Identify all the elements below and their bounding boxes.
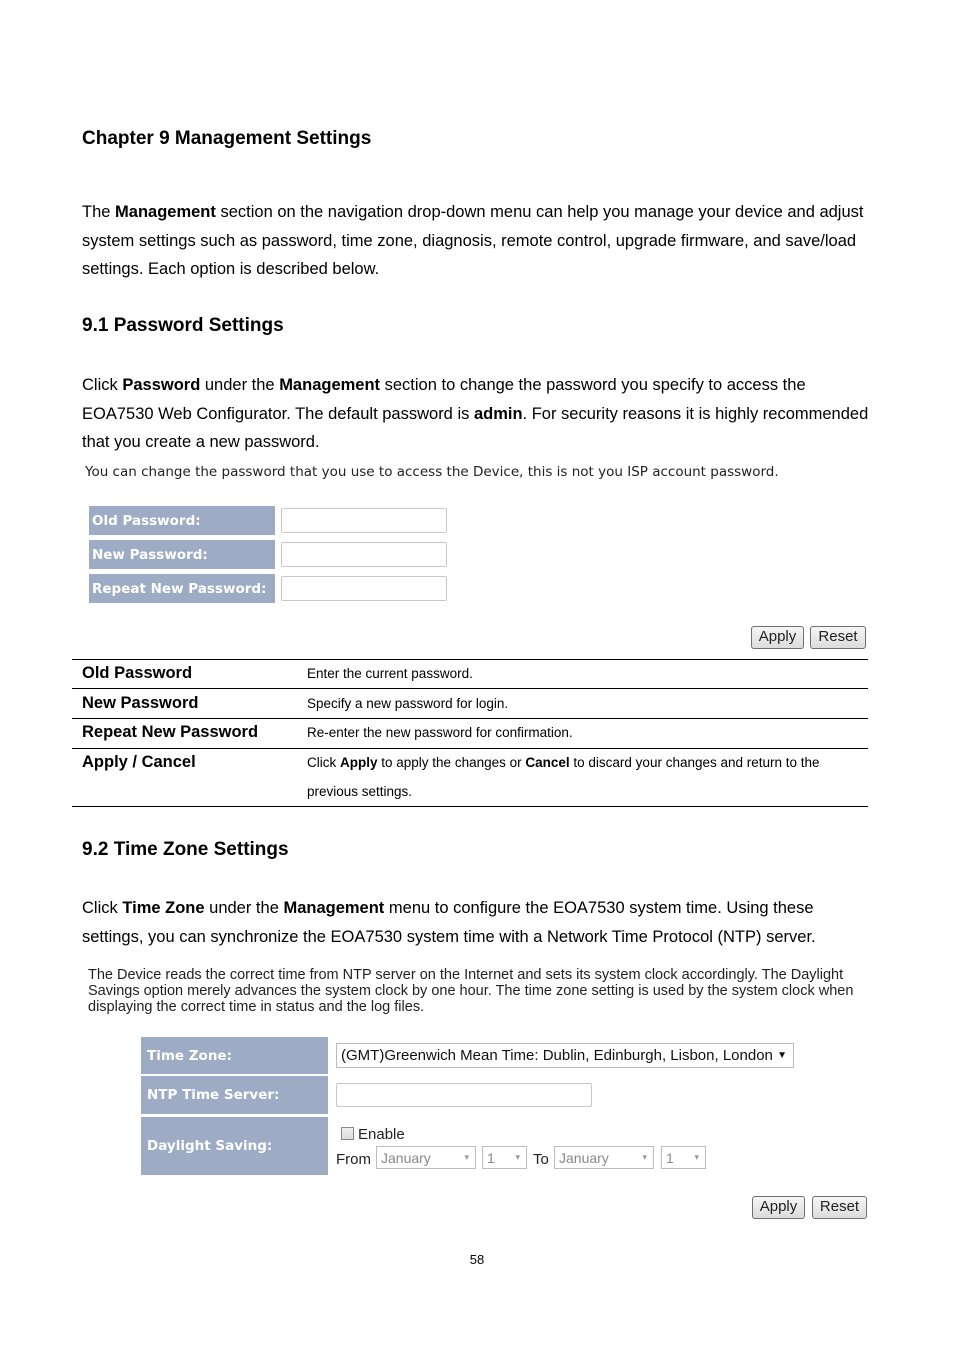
password-ui-note: You can change the password that you use…	[85, 464, 779, 480]
timezone-ui-note: The Device reads the correct time from N…	[88, 967, 854, 1015]
table-term: New Password	[82, 694, 199, 712]
bold-text: Password	[122, 376, 201, 394]
to-month-select[interactable]: January ▾	[554, 1146, 654, 1169]
timezone-apply-button[interactable]: Apply	[752, 1196, 805, 1219]
text: Click	[82, 376, 123, 394]
time-zone-select[interactable]: (GMT)Greenwich Mean Time: Dublin, Edinbu…	[336, 1043, 794, 1068]
enable-checkbox[interactable]	[341, 1127, 354, 1140]
new-password-label: New Password:	[89, 540, 275, 569]
timezone-reset-button[interactable]: Reset	[812, 1196, 867, 1219]
table-desc: Re-enter the new password for confirmati…	[307, 725, 573, 740]
to-day-value: 1	[666, 1149, 674, 1166]
bold-text: Management	[283, 899, 385, 917]
old-password-label: Old Password:	[89, 506, 275, 535]
ntp-server-input[interactable]	[336, 1083, 592, 1107]
from-label: From	[336, 1151, 371, 1168]
table-term: Apply / Cancel	[82, 753, 196, 771]
bold-text: Apply	[340, 755, 378, 770]
timezone-paragraph: Click Time Zone under the Management men…	[82, 894, 872, 951]
table-desc: Click Apply to apply the changes or Canc…	[307, 748, 867, 806]
bold-text: Management	[279, 376, 381, 394]
bold-text: admin	[473, 404, 523, 423]
intro-bold: Management	[115, 203, 216, 221]
enable-label: Enable	[358, 1126, 405, 1143]
table-term: Repeat New Password	[82, 723, 259, 741]
text: Click	[82, 899, 123, 917]
password-paragraph: Click Password under the Management sect…	[82, 371, 872, 457]
section-title-password: 9.1 Password Settings	[82, 315, 284, 336]
bold-text: Cancel	[525, 755, 570, 770]
bold-text: Time Zone	[122, 899, 205, 917]
text: Click	[307, 755, 340, 770]
from-month-select[interactable]: January ▾	[376, 1146, 476, 1169]
time-zone-value: (GMT)Greenwich Mean Time: Dublin, Edinbu…	[341, 1047, 773, 1064]
ntp-server-label: NTP Time Server:	[141, 1076, 328, 1114]
time-zone-label: Time Zone:	[141, 1037, 328, 1074]
old-password-input[interactable]	[281, 508, 447, 533]
table-desc: Enter the current password.	[307, 666, 473, 681]
daylight-saving-label: Daylight Saving:	[141, 1117, 328, 1175]
new-password-input[interactable]	[281, 542, 447, 567]
dropdown-arrow-icon: ▼	[777, 1050, 787, 1061]
from-month-value: January	[381, 1149, 431, 1166]
text: to apply the changes or	[377, 755, 526, 770]
table-rule	[72, 806, 868, 807]
to-label: To	[533, 1151, 549, 1168]
from-day-value: 1	[487, 1149, 495, 1166]
to-month-value: January	[559, 1149, 609, 1166]
section-title-timezone: 9.2 Time Zone Settings	[82, 839, 289, 860]
intro-text: The	[82, 203, 116, 221]
dropdown-arrow-icon: ▾	[694, 1152, 699, 1162]
repeat-password-input[interactable]	[281, 576, 447, 601]
dropdown-arrow-icon: ▾	[642, 1152, 647, 1162]
table-desc: Specify a new password for login.	[307, 696, 509, 711]
chapter-title: Chapter 9 Management Settings	[82, 128, 372, 149]
to-day-select[interactable]: 1 ▾	[661, 1146, 706, 1169]
from-day-select[interactable]: 1 ▾	[482, 1146, 527, 1169]
apply-button[interactable]: Apply	[751, 626, 804, 649]
dropdown-arrow-icon: ▾	[515, 1152, 520, 1162]
page-number: 58	[469, 1252, 485, 1267]
reset-button[interactable]: Reset	[810, 626, 866, 649]
intro-paragraph: The Management section on the navigation…	[82, 198, 872, 284]
repeat-password-label: Repeat New Password:	[89, 574, 275, 603]
dropdown-arrow-icon: ▾	[464, 1152, 469, 1162]
text: under the	[204, 899, 284, 917]
text: under the	[200, 376, 280, 394]
table-term: Old Password	[82, 664, 193, 682]
